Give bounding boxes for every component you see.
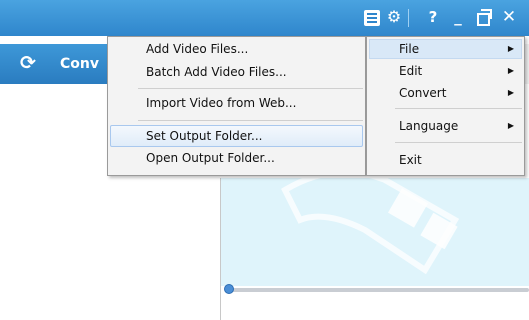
menu-item-exit[interactable]: Exit	[367, 149, 524, 171]
menu-separator	[395, 108, 522, 109]
chevron-right-icon: ▶	[507, 66, 514, 75]
title-bar: ⚙ ? _ ✕	[0, 0, 529, 36]
menu-item-open-output-folder[interactable]: Open Output Folder...	[108, 147, 365, 169]
convert-button[interactable]: ⟳ Conv	[0, 44, 110, 84]
menu-item-add-video-files[interactable]: Add Video Files...	[108, 38, 365, 60]
main-menu: File ▶ Edit ▶ Convert ▶ Language ▶ Exit	[366, 36, 525, 176]
seek-bar[interactable]	[226, 288, 529, 292]
menu-item-label: File	[399, 42, 420, 56]
menu-item-edit[interactable]: Edit ▶	[367, 60, 524, 82]
menu-item-label: Exit	[399, 153, 422, 167]
close-button[interactable]: ✕	[500, 8, 518, 26]
minimize-button[interactable]: _	[449, 8, 467, 26]
maximize-button[interactable]	[474, 8, 492, 26]
menu-separator	[395, 142, 522, 143]
refresh-icon: ⟳	[20, 52, 36, 74]
title-separator	[408, 9, 409, 27]
menu-separator	[138, 88, 363, 89]
chevron-right-icon: ▶	[507, 44, 514, 53]
file-submenu: Add Video Files... Batch Add Video Files…	[107, 36, 366, 176]
menu-item-set-output-folder[interactable]: Set Output Folder...	[108, 125, 365, 147]
chevron-right-icon: ▶	[507, 121, 514, 130]
menu-item-convert[interactable]: Convert ▶	[367, 82, 524, 104]
menu-item-import-video-from-web[interactable]: Import Video from Web...	[108, 92, 365, 114]
help-button[interactable]: ?	[424, 8, 442, 26]
chevron-right-icon: ▶	[507, 88, 514, 97]
menu-item-file[interactable]: File ▶	[367, 38, 524, 60]
seek-handle[interactable]	[224, 284, 234, 294]
menu-item-language[interactable]: Language ▶	[367, 115, 524, 137]
menu-item-label: Language	[399, 119, 459, 133]
menu-separator	[138, 120, 363, 121]
menu-item-batch-add-video-files[interactable]: Batch Add Video Files...	[108, 61, 365, 83]
convert-label: Conv	[60, 56, 99, 72]
gear-icon[interactable]: ⚙	[385, 8, 403, 26]
menu-item-label: Edit	[399, 64, 423, 78]
menu-item-label: Convert	[399, 86, 447, 100]
menu-icon[interactable]	[364, 10, 380, 26]
